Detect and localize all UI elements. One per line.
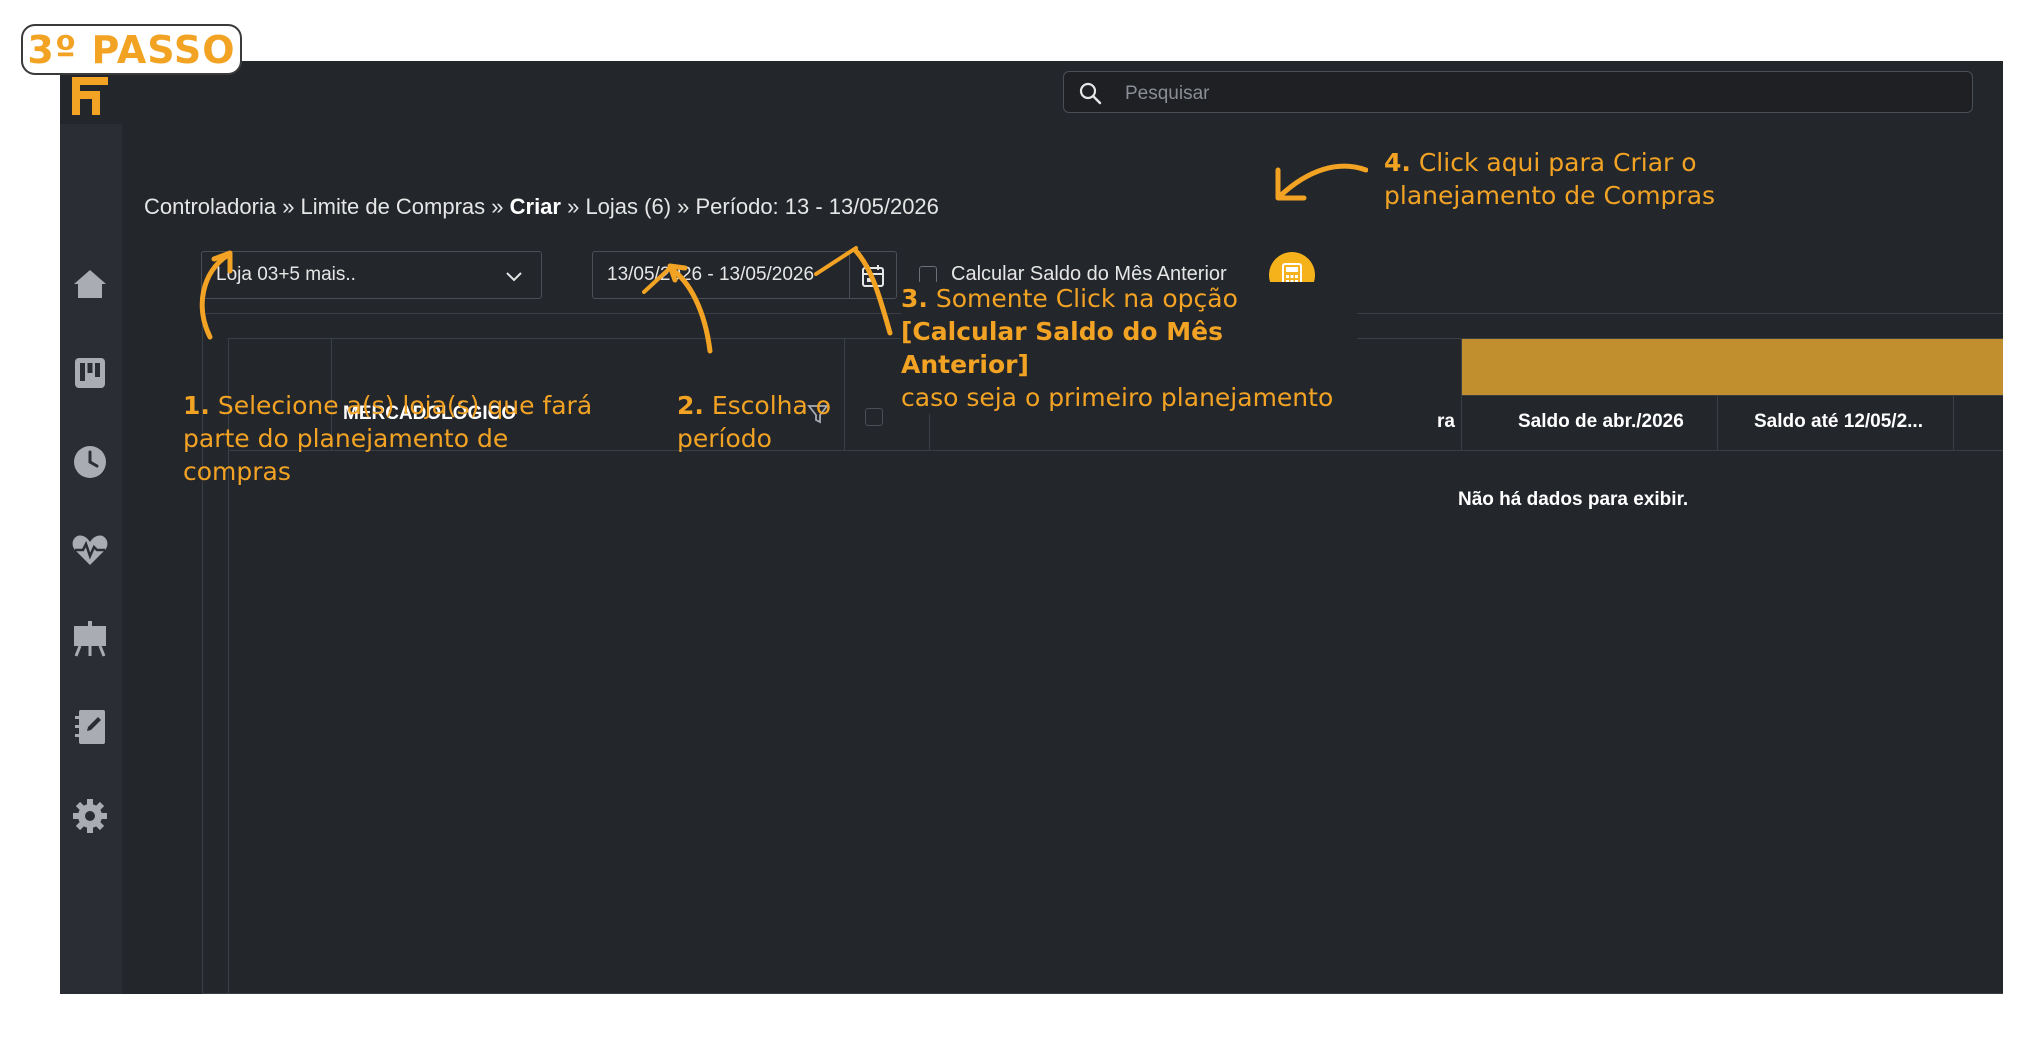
annotation-3-line3: caso seja o primeiro planejamento xyxy=(901,383,1334,412)
breadcrumb-path[interactable]: Controladoria » Limite de Compras » xyxy=(144,194,510,219)
annotation-4-number: 4. xyxy=(1384,148,1411,177)
column-separator xyxy=(1461,339,1462,450)
annotation-2: 2. Escolha o período xyxy=(677,389,877,455)
notebook-icon[interactable] xyxy=(70,707,110,747)
empty-state-message: Não há dados para exibir. xyxy=(1458,489,1689,510)
arrow-annotation-2 xyxy=(642,263,713,354)
board-icon[interactable] xyxy=(70,353,110,393)
breadcrumb-current: Criar xyxy=(509,194,561,219)
search-input[interactable]: Pesquisar xyxy=(1125,83,1210,105)
main-content: Controladoria » Limite de Compras » Cria… xyxy=(122,124,2003,994)
annotation-1: 1. Selecione a(s) loja(s) que fará parte… xyxy=(183,389,603,488)
search-box[interactable]: Pesquisar xyxy=(1063,71,1973,113)
column-separator xyxy=(1717,396,1718,450)
header-group-band xyxy=(1461,339,2003,395)
annotation-4-text: Click aqui para Criar o planejamento de … xyxy=(1384,148,1716,210)
step-badge: 3º PASSO xyxy=(21,24,242,75)
column-header-saldo-ate[interactable]: Saldo até 12/05/2... xyxy=(1754,411,1923,433)
annotation-1-number: 1. xyxy=(183,391,210,420)
column-header-partial[interactable]: ra xyxy=(1437,411,1455,433)
header-group-divider xyxy=(1461,395,2003,396)
column-separator xyxy=(1953,396,1954,450)
annotation-3-number: 3. xyxy=(901,284,928,313)
arrow-annotation-1 xyxy=(199,250,233,340)
sidebar xyxy=(60,124,122,994)
breadcrumb-context: » Lojas (6) » Período: 13 - 13/05/2026 xyxy=(560,194,939,219)
heart-pulse-icon[interactable] xyxy=(70,530,110,570)
annotation-4: 4. Click aqui para Criar o planejamento … xyxy=(1384,146,1744,212)
gear-icon[interactable] xyxy=(70,796,110,836)
logo-icon[interactable] xyxy=(72,77,108,115)
column-header-saldo-abr[interactable]: Saldo de abr./2026 xyxy=(1518,411,1684,433)
annotation-3: 3. Somente Click na opção [Calcular Sald… xyxy=(901,282,1357,414)
top-bar: Pesquisar xyxy=(60,61,2003,124)
home-icon[interactable] xyxy=(70,264,110,304)
breadcrumb: Controladoria » Limite de Compras » Cria… xyxy=(144,194,939,220)
store-select[interactable]: Loja 03+5 mais.. xyxy=(201,251,542,299)
annotation-3-line2: [Calcular Saldo do Mês Anterior] xyxy=(901,317,1224,379)
search-icon xyxy=(1079,82,1102,105)
annotation-3-line1: Somente Click na opção xyxy=(927,284,1238,313)
annotation-1-text: Selecione a(s) loja(s) que fará parte do… xyxy=(183,391,593,486)
arrow-annotation-3 xyxy=(814,246,893,336)
chevron-down-icon xyxy=(506,272,522,282)
clock-icon[interactable] xyxy=(70,442,110,482)
presentation-icon[interactable] xyxy=(70,618,110,658)
annotation-2-number: 2. xyxy=(677,391,704,420)
arrow-annotation-4 xyxy=(1275,163,1368,201)
